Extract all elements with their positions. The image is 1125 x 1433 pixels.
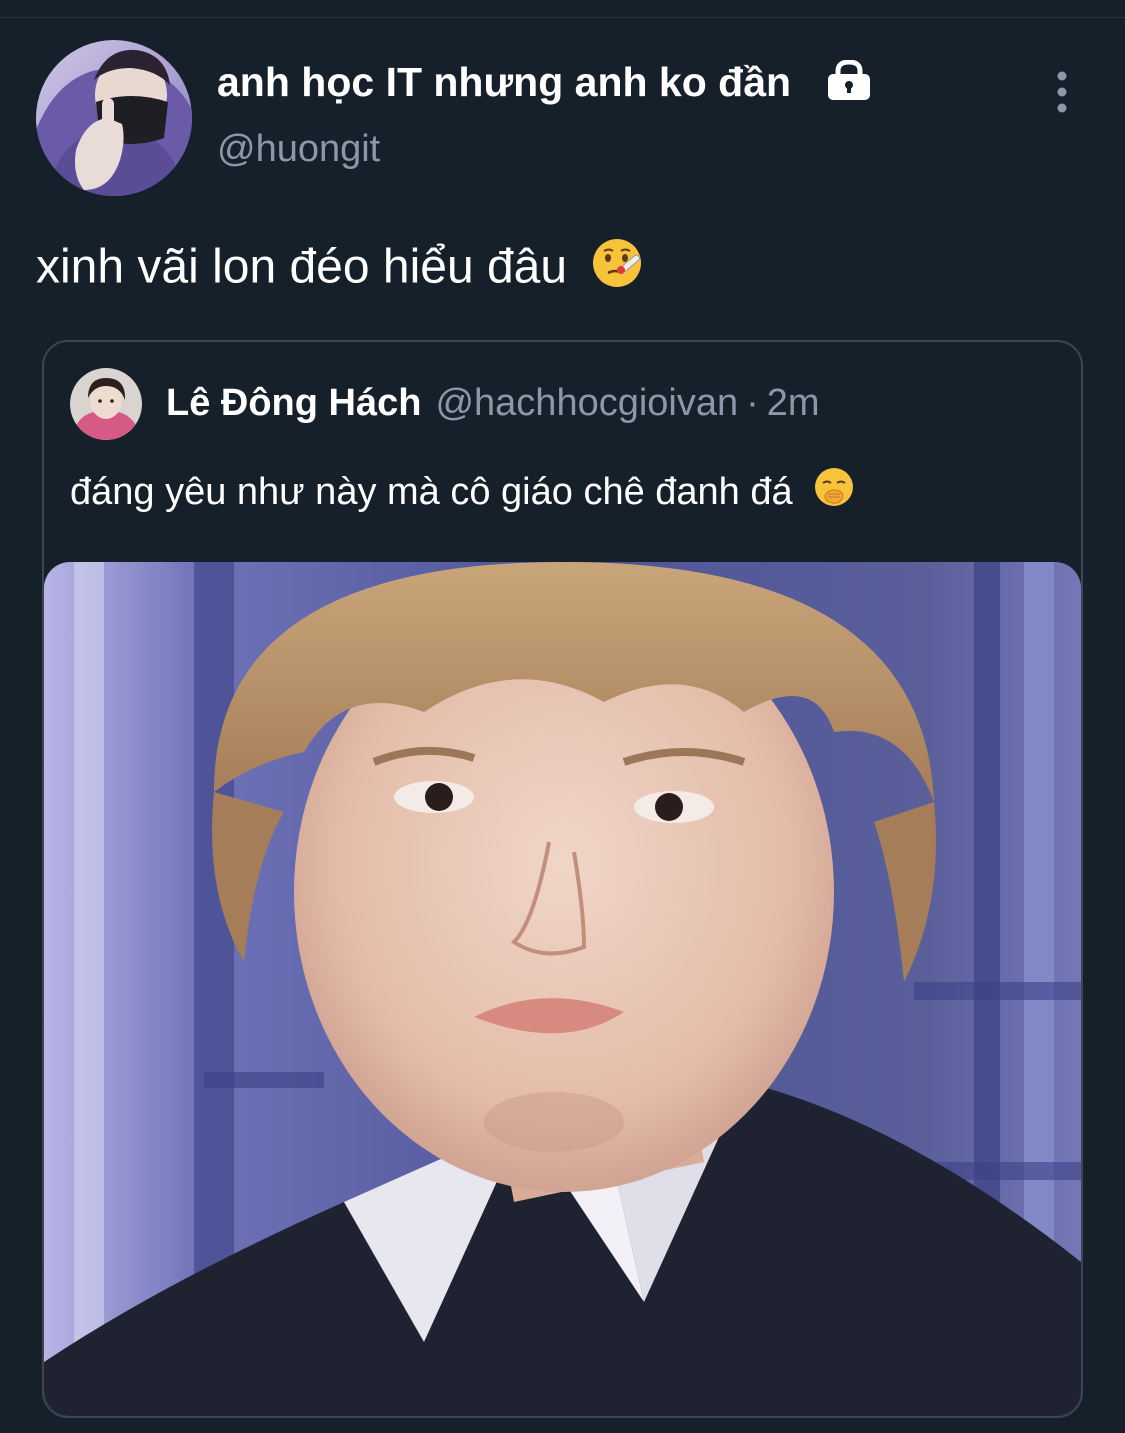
quoted-tweet-card[interactable]: Lê Đông Hách @hachhocgioivan · 2m đáng yêu … bbox=[42, 340, 1083, 1418]
lock-icon bbox=[826, 59, 872, 102]
quoted-media-photo[interactable] bbox=[44, 562, 1081, 1416]
face-with-thermometer-icon bbox=[590, 236, 644, 304]
face-with-hand-over-mouth-icon bbox=[813, 466, 855, 522]
tweet-text-body: xinh vãi lon đéo hiểu đâu bbox=[36, 240, 568, 294]
author-display-name[interactable]: anh học IT nhưng anh ko đần bbox=[217, 58, 791, 106]
quoted-tweet-text: đáng yêu như này mà cô giáo chê đanh đá bbox=[70, 466, 855, 522]
quoted-header: Lê Đông Hách @hachhocgioivan · 2m bbox=[166, 378, 820, 428]
quoted-timestamp[interactable]: 2m bbox=[767, 382, 820, 424]
author-handle[interactable]: @huongit bbox=[217, 126, 380, 172]
quoted-author-display-name[interactable]: Lê Đông Hách bbox=[166, 382, 421, 424]
quoted-author-handle[interactable]: @hachhocgioivan bbox=[435, 382, 738, 424]
tweet-text: xinh vãi lon đéo hiểu đâu bbox=[36, 236, 644, 304]
author-avatar[interactable] bbox=[36, 40, 192, 196]
top-divider bbox=[0, 0, 1125, 18]
quoted-tweet-text-body: đáng yêu như này mà cô giáo chê đanh đá bbox=[70, 471, 793, 514]
more-vertical-icon[interactable] bbox=[1046, 68, 1078, 116]
quoted-separator: · bbox=[746, 382, 759, 424]
quoted-author-avatar[interactable] bbox=[70, 368, 142, 440]
